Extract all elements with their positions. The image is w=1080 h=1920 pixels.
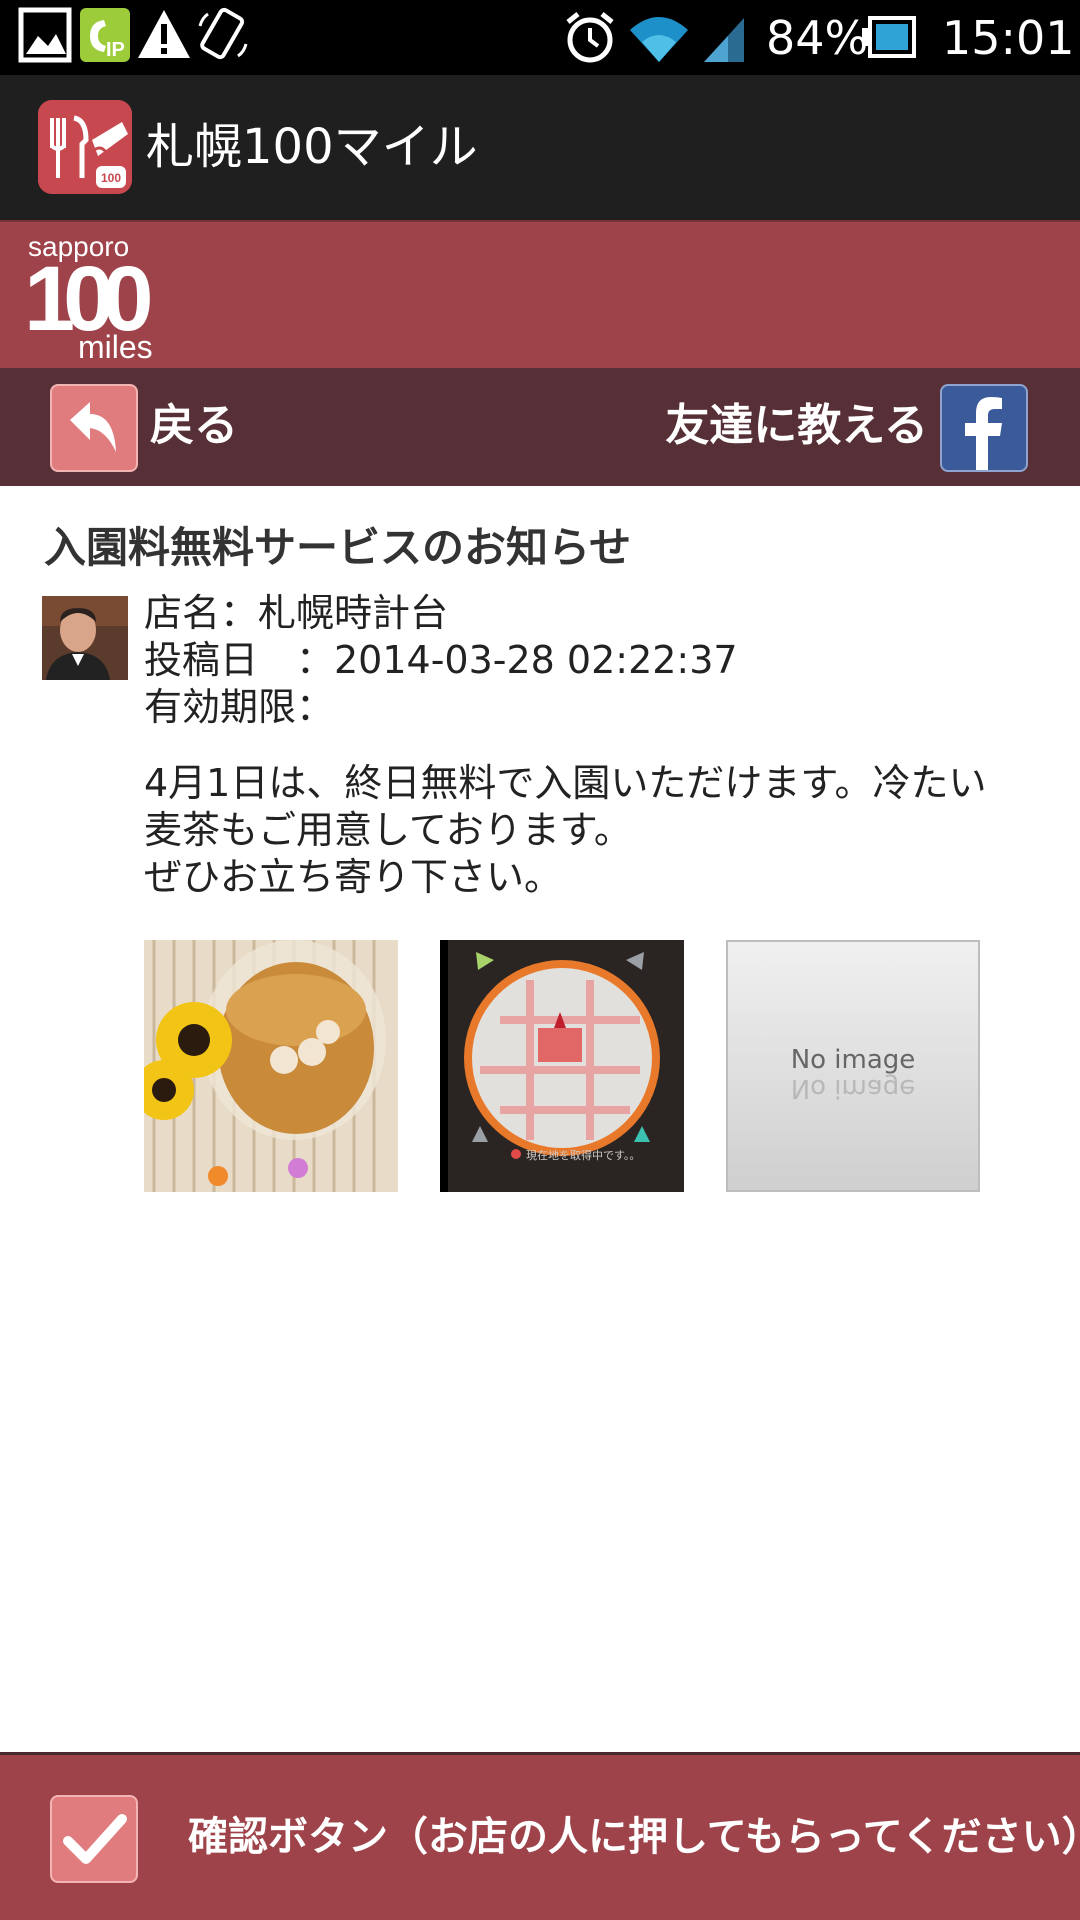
no-image-placeholder[interactable]: No image No image: [726, 940, 980, 1192]
rotate-icon: [198, 7, 248, 60]
post-meta: 店名：札幌時計台 投稿日 ：2014-03-28 02:22:37 有効期限：: [144, 590, 738, 731]
warning-icon: [138, 10, 190, 58]
iced-tea-photo[interactable]: [144, 940, 398, 1192]
confirm-checkbox[interactable]: [50, 1795, 138, 1883]
facebook-share-button[interactable]: [940, 384, 1028, 472]
svg-text:IP: IP: [106, 39, 125, 61]
nav-bar: 戻る 友達に教える: [0, 368, 1080, 486]
battery-icon: [862, 16, 916, 58]
expiry-date: 有効期限：: [144, 685, 335, 729]
app-logo-icon[interactable]: 100: [38, 100, 132, 194]
signal-icon: [704, 18, 744, 62]
app-bar: 100 札幌100マイル: [0, 75, 1080, 220]
alarm-icon: [566, 12, 614, 63]
ip-phone-icon: IP: [80, 8, 130, 62]
svg-text:現在地を取得中です。。: 現在地を取得中です。。: [526, 1149, 640, 1162]
battery-percentage: 84%: [766, 11, 869, 65]
back-arrow-icon: [70, 402, 116, 452]
status-bar: IP 84% 15:01: [0, 0, 1080, 75]
back-label[interactable]: 戻る: [150, 398, 238, 454]
post-title: 入園料無料サービスのお知らせ: [44, 523, 632, 572]
store-name: 店名：札幌時計台: [144, 591, 449, 635]
checkmark-icon: [63, 1814, 127, 1864]
post-body-line: ぜひお立ち寄り下さい。: [144, 855, 563, 899]
post-body-line: 麦茶もご用意しております。: [144, 808, 632, 852]
clock: 15:01: [942, 11, 1075, 65]
svg-text:No image: No image: [791, 1045, 916, 1075]
wifi-icon: [630, 17, 688, 62]
post-body: 4月1日は、終日無料で入園いただけます。冷たい 麦茶もご用意しております。 ぜひ…: [144, 760, 1044, 901]
map-screenshot[interactable]: 現在地を取得中です。。: [440, 940, 684, 1192]
svg-text:miles: miles: [78, 329, 153, 365]
image-icon: [18, 7, 72, 63]
post-body-line: 4月1日は、終日無料で入園いただけます。冷たい: [144, 761, 987, 805]
app-title: 札幌100マイル: [146, 119, 478, 175]
facebook-icon: [965, 397, 1002, 470]
back-button[interactable]: [50, 384, 138, 472]
post-date: 投稿日 ：2014-03-28 02:22:37: [144, 638, 738, 682]
svg-text:100: 100: [101, 171, 121, 185]
store-avatar: [42, 596, 128, 680]
share-label[interactable]: 友達に教える: [665, 398, 928, 454]
confirm-button-label[interactable]: 確認ボタン（お店の人に押してもらってください）: [188, 1810, 1080, 1864]
brand-banner: sapporo 100 miles: [0, 220, 1080, 368]
svg-text:No image: No image: [791, 1073, 916, 1103]
confirm-bar: 確認ボタン（お店の人に押してもらってください）: [0, 1752, 1080, 1920]
sapporo-100-miles-logo: sapporo 100 miles: [24, 231, 162, 365]
